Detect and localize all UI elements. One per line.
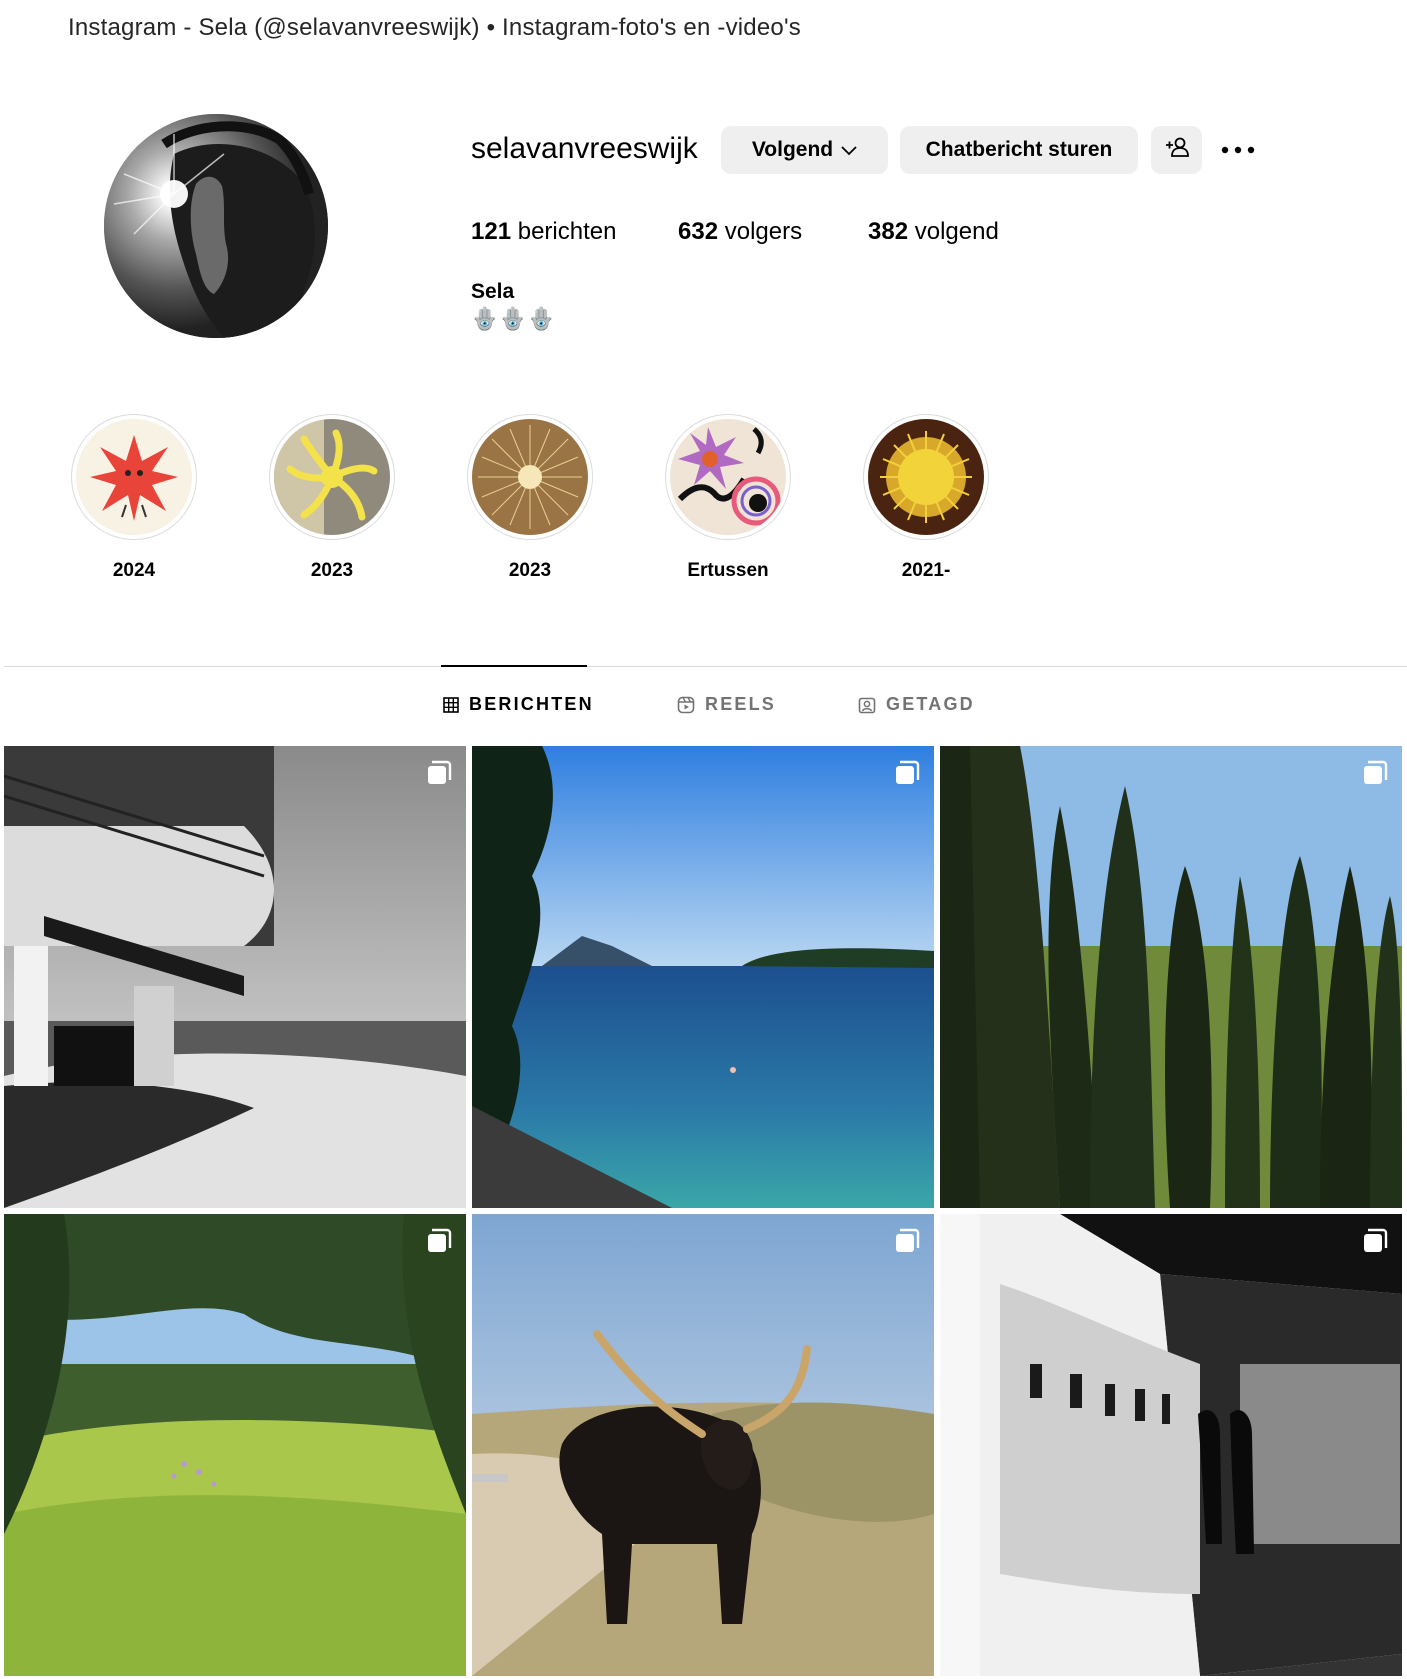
highlight-item[interactable]: 2023 [267,414,397,582]
following-button[interactable]: Volgend [721,126,888,174]
add-person-icon [1165,136,1189,164]
avatar[interactable] [104,114,328,338]
sunburst-icon [472,419,588,535]
highlight-label: 2021- [901,560,951,581]
grid-icon [443,696,459,713]
tab-posts-label: BERICHTEN [469,694,594,714]
post-thumbnail[interactable] [4,1214,466,1676]
post-thumbnail[interactable] [472,746,934,1208]
following-button-label: Volgend [751,138,834,161]
highlight-cover [269,414,395,540]
suggested-accounts-button[interactable] [1151,126,1202,174]
posts-count-stat: 121 berichten [471,218,617,245]
highlight-label: 2024 [112,560,156,581]
multiple-photos-icon [426,760,452,786]
username: selavanvreeswijk [471,132,698,165]
tabs-divider [4,666,1407,667]
highlight-label: 2023 [508,560,552,581]
exhibition-hallway-photo [940,1214,1402,1676]
post-thumbnail[interactable] [4,746,466,1208]
chevron-down-icon [841,138,857,162]
more-options-icon[interactable] [1218,134,1258,166]
reels-icon [677,696,695,714]
highlight-item[interactable]: 2021- [861,414,991,582]
sea-bay-photo [472,746,934,1208]
forest-meadow-photo [4,1214,466,1676]
multiple-photos-icon [1362,760,1388,786]
multiple-photos-icon [894,760,920,786]
highlight-cover [665,414,791,540]
highlight-label: Ertussen [687,560,769,581]
profile-photo [104,114,328,338]
sun-painting-icon [868,419,984,535]
red-star-icon [76,419,192,535]
highlight-cover [863,414,989,540]
following-stat[interactable]: 382 volgend [868,218,999,246]
highlight-item[interactable]: 2024 [69,414,199,582]
highlight-cover [467,414,593,540]
multiple-photos-icon [1362,1228,1388,1254]
active-tab-indicator [441,665,587,667]
highlight-cover [71,414,197,540]
post-thumbnail[interactable] [940,746,1402,1208]
tab-reels-label: REELS [705,694,777,714]
abstract-art-icon [670,419,786,535]
multiple-photos-icon [894,1228,920,1254]
highland-cow-photo [472,1214,934,1676]
tab-reels[interactable]: REELS [677,694,776,715]
highlight-item[interactable]: 2023 [465,414,595,582]
profile-name: Sela [471,280,515,303]
profile-bio: 🪬🪬🪬 [471,306,557,331]
highlight-label: 2023 [310,560,354,581]
window-title: Instagram - Sela (@selavanvreeswijk) • I… [68,14,801,41]
yellow-sun-icon [274,419,390,535]
tab-tagged-label: GETAGD [886,694,975,714]
send-message-label: Chatbericht sturen [925,138,1113,161]
cypress-trees-photo [940,746,1402,1208]
tab-tagged[interactable]: GETAGD [858,694,975,715]
highlight-item[interactable]: Ertussen [663,414,793,582]
tab-posts[interactable]: BERICHTEN [443,694,594,715]
tagged-icon [858,696,876,714]
followers-stat[interactable]: 632 volgers [678,218,802,246]
beach-pavilion-photo [4,746,466,1208]
send-message-button[interactable]: Chatbericht sturen [900,126,1138,174]
post-thumbnail[interactable] [940,1214,1402,1676]
multiple-photos-icon [426,1228,452,1254]
post-thumbnail[interactable] [472,1214,934,1676]
